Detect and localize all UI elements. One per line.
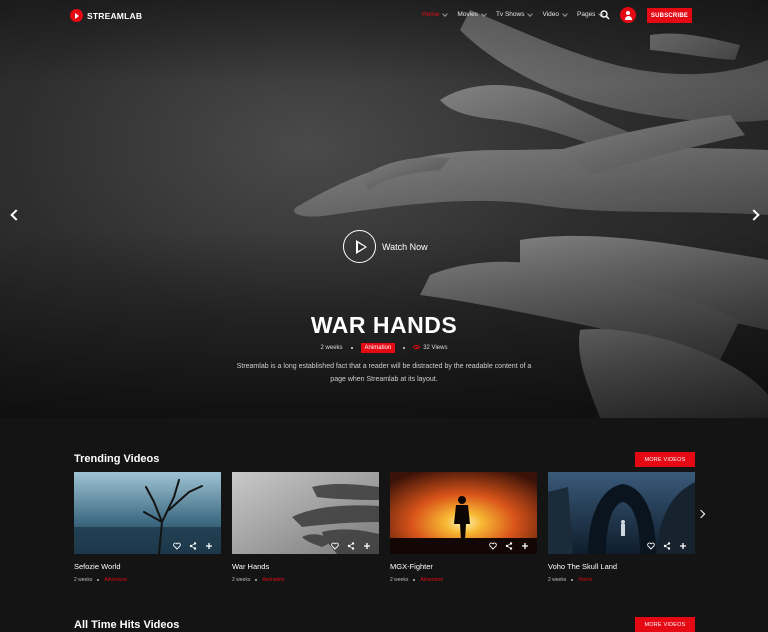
video-genre[interactable]: Adventure	[104, 577, 127, 583]
all-time-section-title: All Time Hits Videos	[74, 619, 180, 631]
video-meta: 2 weeks Adventure	[390, 577, 537, 583]
nav-label: Video	[542, 11, 559, 18]
trending-section-title: Trending Videos	[74, 453, 160, 465]
video-card[interactable]: Voho The Skull Land 2 weeks Horror	[548, 472, 695, 583]
watch-now-label: Watch Now	[382, 241, 428, 252]
nav-label: Movies	[457, 11, 478, 18]
video-age: 2 weeks	[390, 577, 409, 583]
chevron-down-icon	[442, 10, 449, 17]
card-actions	[489, 542, 529, 550]
user-icon[interactable]	[620, 7, 636, 23]
video-meta: 2 weeks Horror	[548, 577, 695, 583]
hero-views-count: 32 Views	[423, 345, 448, 351]
video-age: 2 weeks	[232, 577, 251, 583]
nav-item-movies[interactable]: Movies	[457, 10, 487, 18]
play-icon	[343, 230, 376, 263]
video-meta: 2 weeks Animation	[232, 577, 379, 583]
card-actions	[173, 542, 213, 550]
nav-item-video[interactable]: Video	[542, 10, 568, 18]
main-nav: Home Movies Tv Shows Video Pages	[422, 10, 613, 18]
hero-title: WAR HANDS	[310, 312, 458, 338]
all-time-more-videos-button[interactable]: MORE VIDEOS	[635, 617, 695, 632]
brand-logo[interactable]: STREAMLAB	[70, 9, 142, 22]
video-thumbnail[interactable]	[232, 472, 379, 554]
plus-icon[interactable]	[679, 542, 687, 550]
video-card[interactable]: War Hands 2 weeks Animation	[232, 472, 379, 583]
nav-label: Pages	[577, 11, 596, 18]
video-genre[interactable]: Animation	[262, 577, 284, 583]
hero-overlay	[0, 0, 768, 418]
trending-next-arrow-icon[interactable]	[696, 509, 706, 519]
top-navbar: STREAMLAB Home Movies Tv Shows Video Pag…	[0, 0, 768, 32]
nav-label: Home	[422, 11, 440, 18]
card-actions	[331, 542, 371, 550]
play-logo-icon	[70, 9, 83, 22]
video-card[interactable]: MGX-Fighter 2 weeks Adventure	[390, 472, 537, 583]
nav-label: Tv Shows	[495, 11, 525, 18]
video-thumbnail[interactable]	[390, 472, 537, 554]
hero-meta: 2 weeks Animation 32 Views	[0, 343, 768, 353]
chevron-down-icon	[527, 10, 534, 17]
brand-name: STREAMLAB	[87, 10, 143, 21]
share-icon[interactable]	[505, 542, 513, 550]
hero-genre-badge[interactable]: Animation	[360, 343, 396, 353]
trending-cards-row: Sefozie World 2 weeks Adventure War Hand…	[74, 472, 696, 584]
share-icon[interactable]	[189, 542, 197, 550]
video-card[interactable]: Sefozie World 2 weeks Adventure	[74, 472, 221, 583]
hero-age: 2 weeks	[320, 345, 343, 351]
card-actions	[647, 542, 687, 550]
plus-icon[interactable]	[205, 542, 213, 550]
video-title[interactable]: Sefozie World	[74, 562, 221, 571]
video-title[interactable]: Voho The Skull Land	[548, 562, 695, 571]
video-age: 2 weeks	[74, 577, 93, 583]
video-age: 2 weeks	[548, 577, 567, 583]
video-thumbnail[interactable]	[74, 472, 221, 554]
video-genre[interactable]: Horror	[578, 577, 592, 583]
video-genre[interactable]: Adventure	[420, 577, 443, 583]
eye-icon	[413, 345, 421, 350]
nav-item-tv-shows[interactable]: Tv Shows	[495, 10, 534, 18]
hero-description: Streamlab is a long established fact tha…	[236, 363, 532, 383]
separator-dot	[403, 347, 406, 349]
video-title[interactable]: War Hands	[232, 562, 379, 571]
chevron-down-icon	[481, 10, 487, 17]
heart-icon[interactable]	[331, 542, 339, 550]
nav-item-home[interactable]: Home	[422, 10, 449, 18]
search-icon[interactable]	[600, 10, 610, 20]
hero-views: 32 Views	[413, 345, 447, 351]
hero-banner	[0, 0, 768, 418]
watch-now-button[interactable]: Watch Now	[343, 230, 428, 263]
video-thumbnail[interactable]	[548, 472, 695, 554]
subscribe-button[interactable]: SUBSCRIBE	[647, 8, 692, 23]
video-meta: 2 weeks Adventure	[74, 577, 221, 583]
chevron-down-icon	[562, 10, 568, 17]
heart-icon[interactable]	[489, 542, 497, 550]
trending-more-videos-button[interactable]: MORE VIDEOS	[635, 452, 695, 467]
video-title[interactable]: MGX-Fighter	[390, 562, 537, 571]
heart-icon[interactable]	[173, 542, 181, 550]
separator-dot	[350, 347, 353, 349]
plus-icon[interactable]	[521, 542, 529, 550]
plus-icon[interactable]	[363, 542, 371, 550]
share-icon[interactable]	[347, 542, 355, 550]
share-icon[interactable]	[663, 542, 671, 550]
heart-icon[interactable]	[647, 542, 655, 550]
